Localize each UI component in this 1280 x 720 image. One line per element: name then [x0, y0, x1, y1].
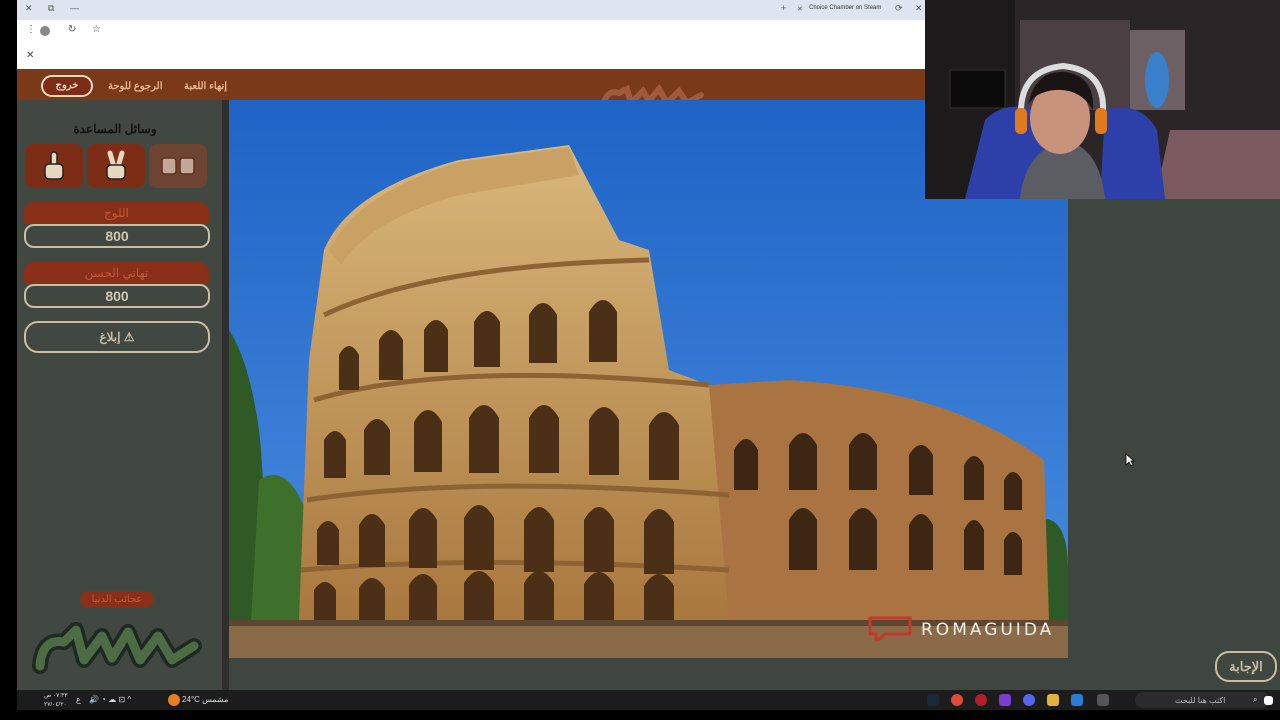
team-2-score: 800 [24, 284, 210, 308]
minimize-window-icon[interactable]: — [70, 3, 79, 13]
weather-text[interactable]: 24°C مشمس [182, 695, 228, 704]
two-fingers-hand-icon [106, 150, 126, 180]
close-tab-icon[interactable]: ✕ [915, 3, 923, 14]
steam-icon: ⟳ [895, 3, 903, 13]
answer-button[interactable]: الإجابة [1215, 651, 1277, 682]
two-hands-icon [161, 157, 195, 175]
right-pane [1068, 199, 1280, 691]
file-explorer-icon[interactable] [1047, 694, 1059, 706]
search-placeholder: اكتب هنا للبحث [1175, 696, 1226, 705]
edge-taskbar-icon[interactable] [1071, 694, 1083, 706]
tab-title[interactable]: Choice Chamber on Steam [809, 5, 881, 11]
discord-taskbar-icon[interactable] [1023, 694, 1035, 706]
browser-tabbar: ✕ ⧉ — + ✕ Choice Chamber on Steam ⟳ ✕ [17, 0, 925, 20]
screen-edge [0, 0, 17, 720]
new-tab-button[interactable]: + [781, 3, 786, 13]
help-tools-title: وسائل المساعدة [73, 122, 157, 136]
taskbar: ٠٧:٣٣ ص ٢٧/٠٤/٢٠ ع 🔊 ◔ ☁ ⊡ ^ 24°C مشمس ا… [17, 690, 1280, 710]
dismiss-icon[interactable]: ✕ [26, 50, 34, 61]
obs-taskbar-icon[interactable] [975, 694, 987, 706]
sidebar-divider [222, 100, 229, 690]
search-icon: ⌕ [1253, 695, 1258, 704]
language-indicator[interactable]: ع [76, 695, 81, 704]
watermark-text: ROMAGUIDA [921, 620, 1055, 640]
tray-icons[interactable]: 🔊 ◔ ☁ ⊡ ^ [89, 695, 131, 704]
lifeline-one-finger-button[interactable] [25, 144, 83, 188]
lifeline-two-fingers-button[interactable] [87, 144, 145, 188]
steam-taskbar-icon[interactable] [927, 694, 939, 706]
image-watermark: ROMAGUIDA [866, 614, 1051, 644]
team-1-name: اللوج [24, 202, 209, 224]
chrome-taskbar-icon[interactable] [951, 694, 963, 706]
exit-button[interactable]: خروج [41, 75, 93, 97]
reload-icon[interactable]: ↻ [68, 24, 76, 35]
category-badge: عجائب الدنيا [80, 591, 154, 608]
close-window-icon[interactable]: ✕ [25, 3, 33, 14]
taskbar-search[interactable]: اكتب هنا للبحث ⌕ [1135, 692, 1270, 708]
site-info-icon[interactable] [40, 26, 50, 36]
browser-toolbar: ⋮ ↻ ☆ [17, 20, 925, 42]
clock-date[interactable]: ٢٧/٠٤/٢٠ [44, 701, 67, 708]
back-to-board-button[interactable]: الرجوع للوحة [108, 81, 163, 92]
webcam-overlay [925, 0, 1280, 199]
restore-window-icon[interactable]: ⧉ [48, 3, 54, 14]
team-2-name: نهاني الحسن [24, 262, 209, 284]
menu-dots-icon[interactable]: ⋮ [26, 24, 36, 35]
report-button[interactable]: إبلاغ ⚠ [24, 321, 210, 353]
browser-infobar: ✕ [17, 42, 925, 70]
clock-time[interactable]: ٠٧:٣٣ ص [44, 692, 67, 699]
task-view-icon[interactable] [1097, 694, 1109, 706]
star-icon[interactable]: ☆ [92, 24, 101, 35]
game-logo-large [30, 616, 202, 682]
start-windows-icon[interactable] [1264, 696, 1273, 705]
game-topbar: خروج الرجوع للوحة إنهاء اللعبة [17, 69, 925, 100]
mouse-cursor-icon [1125, 453, 1136, 472]
team-1-score: 800 [24, 224, 210, 248]
end-game-button[interactable]: إنهاء اللعبة [184, 81, 227, 92]
weather-icon[interactable] [168, 694, 180, 706]
app-taskbar-icon[interactable] [999, 694, 1011, 706]
tab-close-icon[interactable]: ✕ [797, 5, 803, 13]
speech-bubble-icon [868, 616, 912, 644]
game-logo [597, 83, 707, 100]
one-finger-hand-icon [44, 151, 64, 180]
screen-edge-bottom [0, 710, 1280, 720]
lifeline-two-hands-button[interactable] [149, 144, 207, 188]
